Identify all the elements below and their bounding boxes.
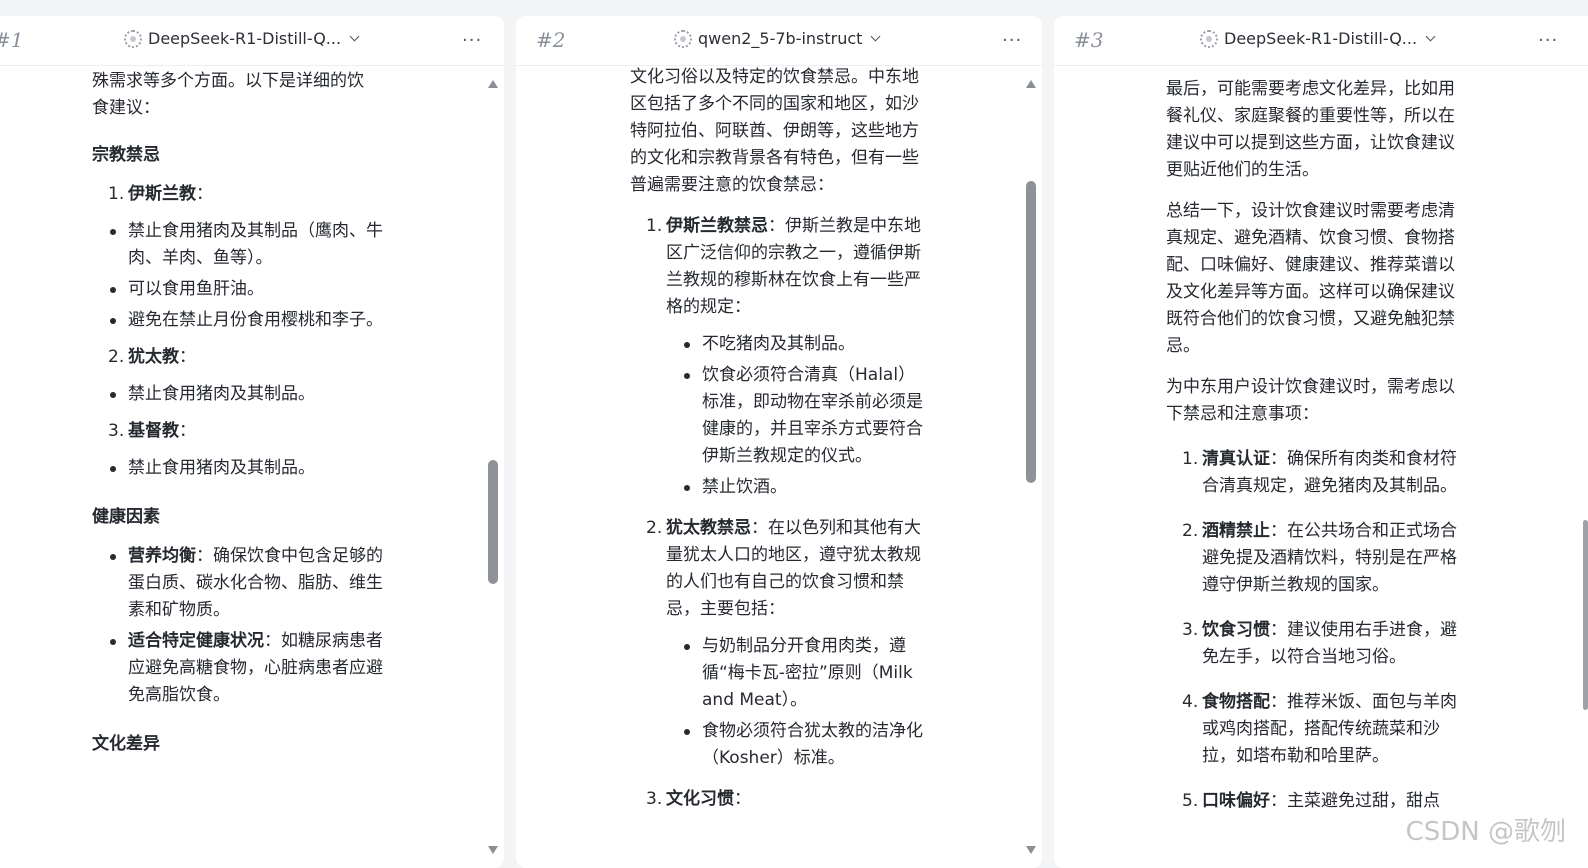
bullet-list: 不吃猪肉及其制品。 饮食必须符合清真（Halal）标准，即动物在宰杀前必须是健康… bbox=[630, 331, 932, 501]
section-heading: 宗教禁忌 bbox=[92, 145, 160, 165]
scrollbar-thumb[interactable] bbox=[488, 460, 498, 584]
bullet-list: 禁止食用猪肉及其制品（鹰肉、牛肉、羊肉、鱼等）。 可以食用鱼肝油。 避免在禁止月… bbox=[92, 218, 392, 334]
section-heading: 文化差异 bbox=[92, 734, 160, 754]
scrollbar-thumb[interactable] bbox=[1583, 520, 1588, 710]
more-options-button[interactable]: ··· bbox=[462, 30, 482, 51]
model-icon bbox=[124, 29, 142, 48]
list-item: 与奶制品分开食用肉类，遵循“梅卡瓦-密拉”原则（Milk and Meat）。 bbox=[630, 633, 932, 714]
model-selector[interactable]: qwen2_5-7b-instruct bbox=[674, 29, 881, 48]
list-item: 1. 伊斯兰教禁忌：伊斯兰教是中东地区广泛信仰的宗教之一，遵循伊斯兰教规的穆斯林在… bbox=[646, 216, 921, 317]
bullet-list: 禁止食用猪肉及其制品。 bbox=[92, 381, 392, 408]
model-name: DeepSeek-R1-Distill-Q... bbox=[1224, 29, 1418, 48]
list-item: 1. 伊斯兰教： bbox=[108, 184, 213, 204]
list-item: 饮食必须符合清真（Halal）标准，即动物在宰杀前必须是健康的，并且宰杀方式要符… bbox=[630, 362, 932, 470]
list-item: 禁止饮酒。 bbox=[630, 474, 932, 501]
panel-header: #2 qwen2_5-7b-instruct ··· bbox=[516, 16, 1042, 66]
intro-text: 文化习俗以及特定的饮食禁忌。中东地区包括了多个不同的国家和地区，如沙特阿拉伯、阿… bbox=[630, 67, 919, 195]
scroll-down-icon[interactable] bbox=[1026, 846, 1036, 854]
more-options-button[interactable]: ··· bbox=[1002, 30, 1022, 51]
model-name: qwen2_5-7b-instruct bbox=[698, 29, 863, 48]
list-item: 可以食用鱼肝油。 bbox=[92, 276, 392, 303]
chat-panel-1: #1 DeepSeek-R1-Distill-Q... ··· 殊需求等多个方面… bbox=[0, 16, 504, 868]
paragraph: 为中东用户设计饮食建议时，需考虑以下禁忌和注意事项： bbox=[1166, 377, 1455, 424]
panel-header: #1 DeepSeek-R1-Distill-Q... ··· bbox=[0, 16, 504, 66]
bullet-list: 与奶制品分开食用肉类，遵循“梅卡瓦-密拉”原则（Milk and Meat）。 … bbox=[630, 633, 932, 772]
panel-header: #3 DeepSeek-R1-Distill-Q... ··· bbox=[1054, 16, 1588, 66]
list-item: 3. 文化习惯： bbox=[646, 789, 751, 809]
bullet-list: 营养均衡：确保饮食中包含足够的蛋白质、碳水化合物、脂肪、维生素和矿物质。 适合特… bbox=[92, 543, 392, 709]
panel-number: #2 bbox=[536, 28, 566, 52]
chat-content: 殊需求等多个方面。以下是详细的饮 食建议： 宗教禁忌 1. 伊斯兰教： 禁止食用猪肉… bbox=[92, 66, 392, 868]
scroll-down-icon[interactable] bbox=[488, 846, 498, 854]
scroll-up-icon[interactable] bbox=[1026, 80, 1036, 88]
list-item: 不吃猪肉及其制品。 bbox=[630, 331, 932, 358]
chat-panel-3: #3 DeepSeek-R1-Distill-Q... ··· 最后，可能需要考… bbox=[1054, 16, 1588, 868]
list-item: 1. 清真认证：确保所有肉类和食材符合清真规定，避免猪肉及其制品。 bbox=[1182, 449, 1457, 496]
model-icon bbox=[674, 29, 692, 48]
model-selector[interactable]: DeepSeek-R1-Distill-Q... bbox=[1200, 29, 1436, 48]
model-selector[interactable]: DeepSeek-R1-Distill-Q... bbox=[124, 29, 360, 48]
list-item: 2. 犹太教： bbox=[108, 347, 196, 367]
scrollbar[interactable] bbox=[486, 76, 500, 858]
list-item: 禁止食用猪肉及其制品。 bbox=[92, 455, 392, 482]
chat-content: 最后，可能需要考虑文化差异，比如用餐礼仪、家庭聚餐的重要性等，所以在建议中可以提… bbox=[1166, 66, 1458, 868]
model-icon bbox=[1200, 29, 1218, 48]
bullet-list: 禁止食用猪肉及其制品。 bbox=[92, 455, 392, 482]
list-item: 食物必须符合犹太教的洁净化（Kosher）标准。 bbox=[630, 718, 932, 772]
list-item: 3. 基督教： bbox=[108, 421, 196, 441]
more-options-button[interactable]: ··· bbox=[1538, 30, 1558, 51]
list-item: 3. 饮食习惯：建议使用右手进食，避免左手，以符合当地习俗。 bbox=[1182, 620, 1457, 667]
scrollbar[interactable] bbox=[1024, 76, 1038, 858]
list-item: 禁止食用猪肉及其制品。 bbox=[92, 381, 392, 408]
intro-text: 殊需求等多个方面。以下是详细的饮 食建议： bbox=[92, 71, 364, 118]
list-item: 营养均衡：确保饮食中包含足够的蛋白质、碳水化合物、脂肪、维生素和矿物质。 bbox=[92, 543, 392, 624]
list-item: 避免在禁止月份食用樱桃和李子。 bbox=[92, 307, 392, 334]
watermark: CSDN @歌刎 bbox=[1405, 817, 1566, 847]
chevron-down-icon bbox=[1425, 31, 1436, 42]
model-name: DeepSeek-R1-Distill-Q... bbox=[148, 29, 342, 48]
panel-number: #1 bbox=[0, 28, 24, 52]
chevron-down-icon bbox=[871, 31, 881, 42]
scroll-up-icon[interactable] bbox=[488, 80, 498, 88]
chevron-down-icon bbox=[349, 31, 360, 42]
panel-number: #3 bbox=[1074, 28, 1104, 52]
list-item: 4. 食物搭配：推荐米饭、面包与羊肉或鸡肉搭配，搭配传统蔬菜和沙拉，如塔布勒和哈里… bbox=[1182, 692, 1457, 766]
list-item: 2. 酒精禁止：在公共场合和正式场合避免提及酒精饮料，特别是在严格遵守伊斯兰教规的… bbox=[1182, 521, 1457, 595]
paragraph: 最后，可能需要考虑文化差异，比如用餐礼仪、家庭聚餐的重要性等，所以在建议中可以提… bbox=[1166, 79, 1455, 180]
list-item: 2. 犹太教禁忌：在以色列和其他有大量犹太人口的地区，遵守犹太教规的人们也有自己的… bbox=[646, 518, 921, 619]
scrollbar-thumb[interactable] bbox=[1026, 181, 1036, 483]
list-item: 禁止食用猪肉及其制品（鹰肉、牛肉、羊肉、鱼等）。 bbox=[92, 218, 392, 272]
section-heading: 健康因素 bbox=[92, 507, 160, 527]
chat-panel-2: #2 qwen2_5-7b-instruct ··· 文化习俗以及特定的饮食禁忌… bbox=[516, 16, 1042, 868]
chat-content: 文化习俗以及特定的饮食禁忌。中东地区包括了多个不同的国家和地区，如沙特阿拉伯、阿… bbox=[630, 66, 932, 868]
list-item: 适合特定健康状况：如糖尿病患者应避免高糖食物，心脏病患者应避免高脂饮食。 bbox=[92, 628, 392, 709]
paragraph: 总结一下，设计饮食建议时需要考虑清真规定、避免酒精、饮食习惯、食物搭配、口味偏好… bbox=[1166, 201, 1455, 356]
